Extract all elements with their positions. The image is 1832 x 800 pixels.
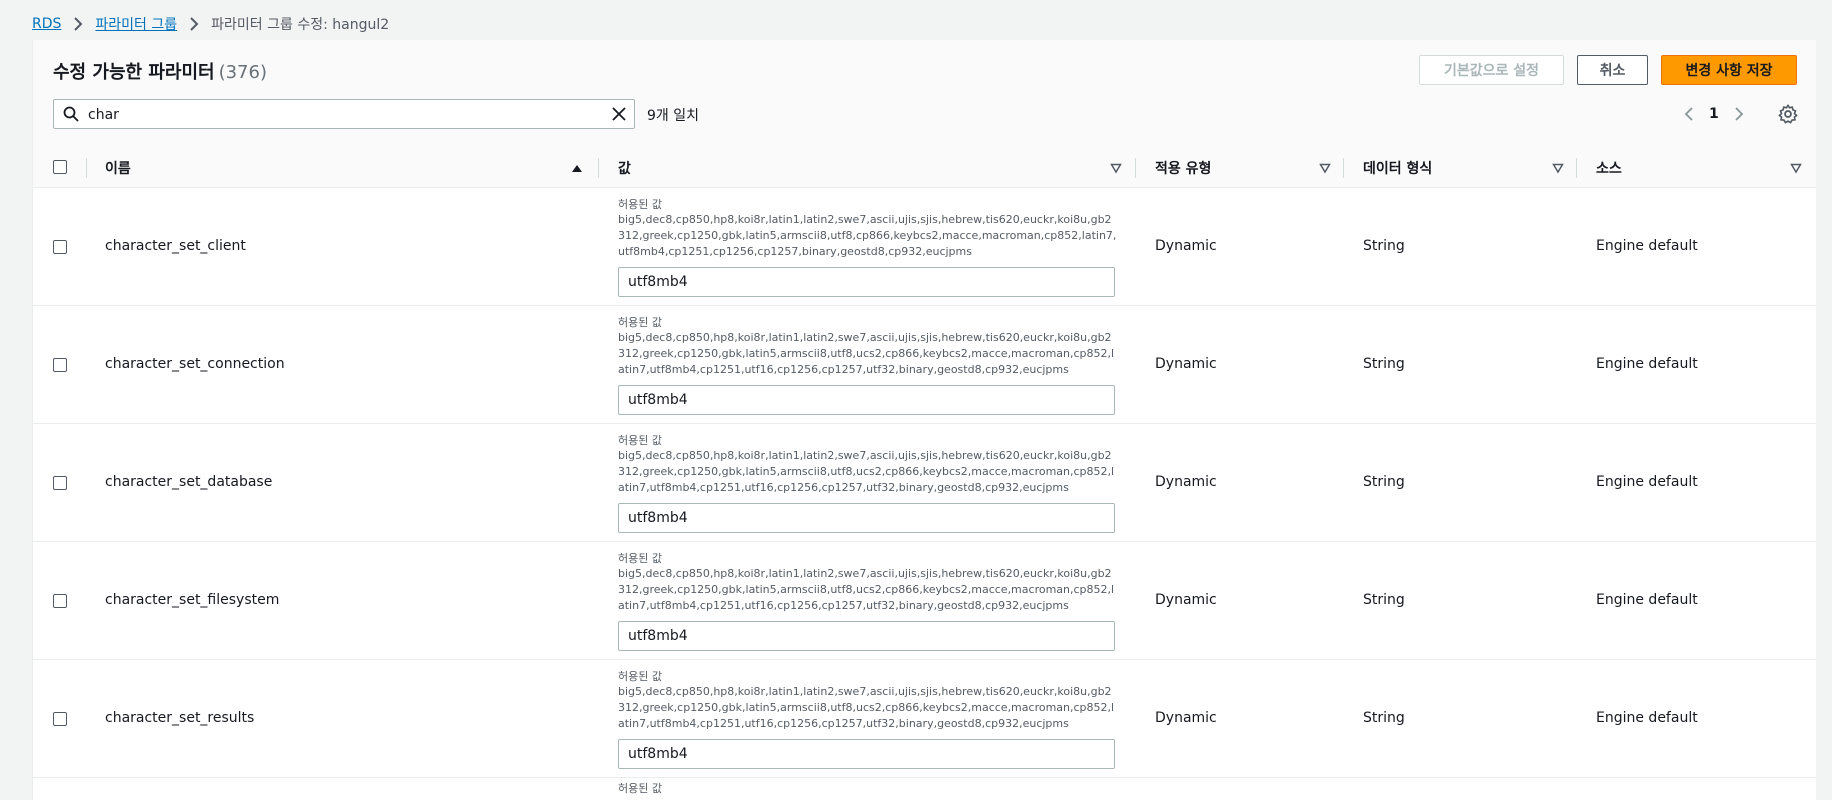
allowed-values-label: 허용된 값 <box>618 552 662 565</box>
search-field <box>53 99 635 129</box>
allowed-values-label: 허용된 값 <box>618 198 662 211</box>
panel-header: 수정 가능한 파라미터(376) 기본값으로 설정 취소 변경 사항 저장 9개… <box>33 40 1816 149</box>
row-checkbox[interactable] <box>53 358 67 372</box>
breadcrumb-current: 파라미터 그룹 수정: hangul2 <box>211 17 390 33</box>
apply-type: Dynamic <box>1155 592 1217 608</box>
caret-down-outline-icon[interactable] <box>1319 162 1331 174</box>
allowed-values-label: 허용된 값 <box>618 782 662 795</box>
source: Engine default <box>1596 238 1698 254</box>
data-type: String <box>1363 238 1405 254</box>
value-input[interactable]: utf8mb4 <box>618 267 1115 297</box>
page-number[interactable]: 1 <box>1709 106 1719 122</box>
column-header-data-type[interactable]: 데이터 형식 <box>1363 148 1432 187</box>
parameter-name: character_set_results <box>105 710 255 726</box>
column-header-apply-type[interactable]: 적용 유형 <box>1155 148 1211 187</box>
caret-up-icon[interactable] <box>571 162 583 174</box>
allowed-values-label: 허용된 값 <box>618 316 662 329</box>
close-icon[interactable] <box>610 105 628 123</box>
chevron-left-icon[interactable] <box>1679 104 1699 124</box>
source: Engine default <box>1596 710 1698 726</box>
value-input[interactable]: utf8mb4 <box>618 621 1115 651</box>
caret-down-outline-icon[interactable] <box>1790 162 1802 174</box>
search-input[interactable] <box>86 103 590 127</box>
apply-type: Dynamic <box>1155 356 1217 372</box>
page-title: 수정 가능한 파라미터 (376) <box>53 58 267 84</box>
source: Engine default <box>1596 474 1698 490</box>
column-divider <box>86 158 87 178</box>
caret-down-outline-icon[interactable] <box>1110 162 1122 174</box>
value-input[interactable]: utf8mb4 <box>618 385 1115 415</box>
column-header-value[interactable]: 값 <box>618 148 631 187</box>
caret-down-outline-icon[interactable] <box>1552 162 1564 174</box>
parameter-name: character_set_connection <box>105 356 285 372</box>
chevron-right-icon[interactable] <box>1729 104 1749 124</box>
source: Engine default <box>1596 356 1698 372</box>
row-checkbox[interactable] <box>53 476 67 490</box>
parameter-name: character_set_client <box>105 238 246 254</box>
parameters-panel: 수정 가능한 파라미터(376) 기본값으로 설정 취소 변경 사항 저장 9개… <box>32 40 1816 800</box>
apply-type: Dynamic <box>1155 710 1217 726</box>
breadcrumb-link-parameter-groups[interactable]: 파라미터 그룹 <box>95 14 177 34</box>
parameter-name: character_set_filesystem <box>105 592 280 608</box>
allowed-values-label: 허용된 값 <box>618 434 662 447</box>
data-type: String <box>1363 710 1405 726</box>
table-row: character_set_filesystem 허용된 값 big5,dec8… <box>33 542 1816 660</box>
data-type: String <box>1363 356 1405 372</box>
table-header: 이름 값 적용 유형 데이터 형식 소스 <box>33 148 1816 188</box>
source: Engine default <box>1596 592 1698 608</box>
data-type: String <box>1363 474 1405 490</box>
allowed-values-label: 허용된 값 <box>618 670 662 683</box>
allowed-values: big5,dec8,cp850,hp8,koi8r,latin1,latin2,… <box>618 449 1115 494</box>
column-header-source[interactable]: 소스 <box>1596 148 1622 187</box>
data-type: String <box>1363 592 1405 608</box>
value-input[interactable]: utf8mb4 <box>618 739 1115 769</box>
match-count: 9개 일치 <box>647 108 699 124</box>
select-all-checkbox[interactable] <box>53 160 67 174</box>
allowed-values: big5,dec8,cp850,hp8,koi8r,latin1,latin2,… <box>618 685 1115 730</box>
row-checkbox[interactable] <box>53 594 67 608</box>
column-divider <box>598 158 599 178</box>
allowed-values: big5,dec8,cp850,hp8,koi8r,latin1,latin2,… <box>618 331 1115 376</box>
row-checkbox[interactable] <box>53 240 67 254</box>
breadcrumb-link-rds[interactable]: RDS <box>32 16 61 32</box>
apply-type: Dynamic <box>1155 238 1217 254</box>
allowed-values: big5,dec8,cp850,hp8,koi8r,latin1,latin2,… <box>618 213 1117 258</box>
column-divider <box>1135 158 1136 178</box>
column-divider <box>1343 158 1344 178</box>
table-row: character_set_results 허용된 값 big5,dec8,cp… <box>33 660 1816 778</box>
pagination: 1 <box>1679 102 1749 126</box>
breadcrumb: RDS 파라미터 그룹 파라미터 그룹 수정: hangul2 <box>32 14 389 34</box>
parameter-name: character_set_database <box>105 474 273 490</box>
title-text: 수정 가능한 파라미터 <box>53 62 215 83</box>
table-row: character_set_connection 허용된 값 big5,dec8… <box>33 306 1816 424</box>
apply-type: Dynamic <box>1155 474 1217 490</box>
parameter-count: (376) <box>218 62 267 83</box>
chevron-right-icon <box>189 17 199 31</box>
reset-default-button[interactable]: 기본값으로 설정 <box>1419 55 1564 85</box>
gear-icon[interactable] <box>1777 103 1799 125</box>
column-header-name[interactable]: 이름 <box>105 148 131 187</box>
cancel-button[interactable]: 취소 <box>1577 55 1648 85</box>
table-row: character_set_database 허용된 값 big5,dec8,c… <box>33 424 1816 542</box>
allowed-values: big5,dec8,cp850,hp8,koi8r,latin1,latin2,… <box>618 567 1115 612</box>
value-input[interactable]: utf8mb4 <box>618 503 1115 533</box>
row-checkbox[interactable] <box>53 712 67 726</box>
save-changes-button[interactable]: 변경 사항 저장 <box>1661 55 1797 85</box>
search-icon <box>63 106 79 122</box>
chevron-right-icon <box>73 17 83 31</box>
column-divider <box>1576 158 1577 178</box>
table-row: character_set_client 허용된 값 big5,dec8,cp8… <box>33 188 1816 306</box>
